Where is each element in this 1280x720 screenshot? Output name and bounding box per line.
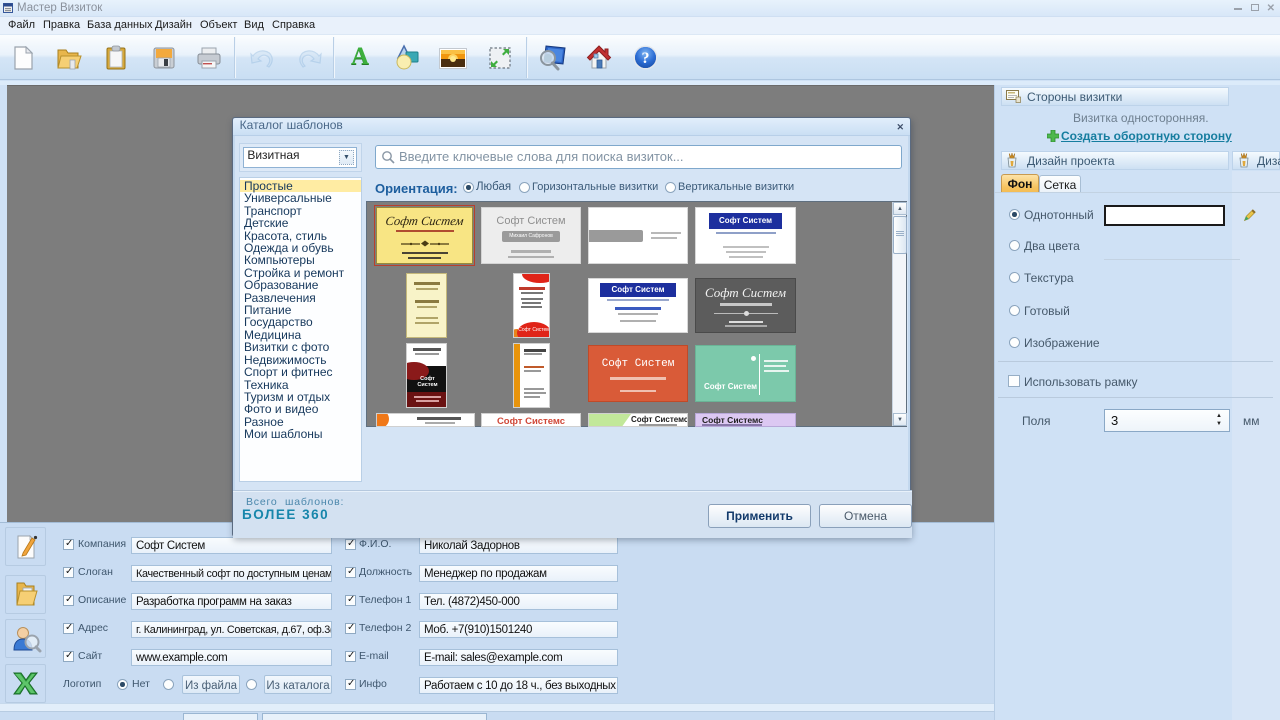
- svg-text:?: ?: [642, 50, 650, 67]
